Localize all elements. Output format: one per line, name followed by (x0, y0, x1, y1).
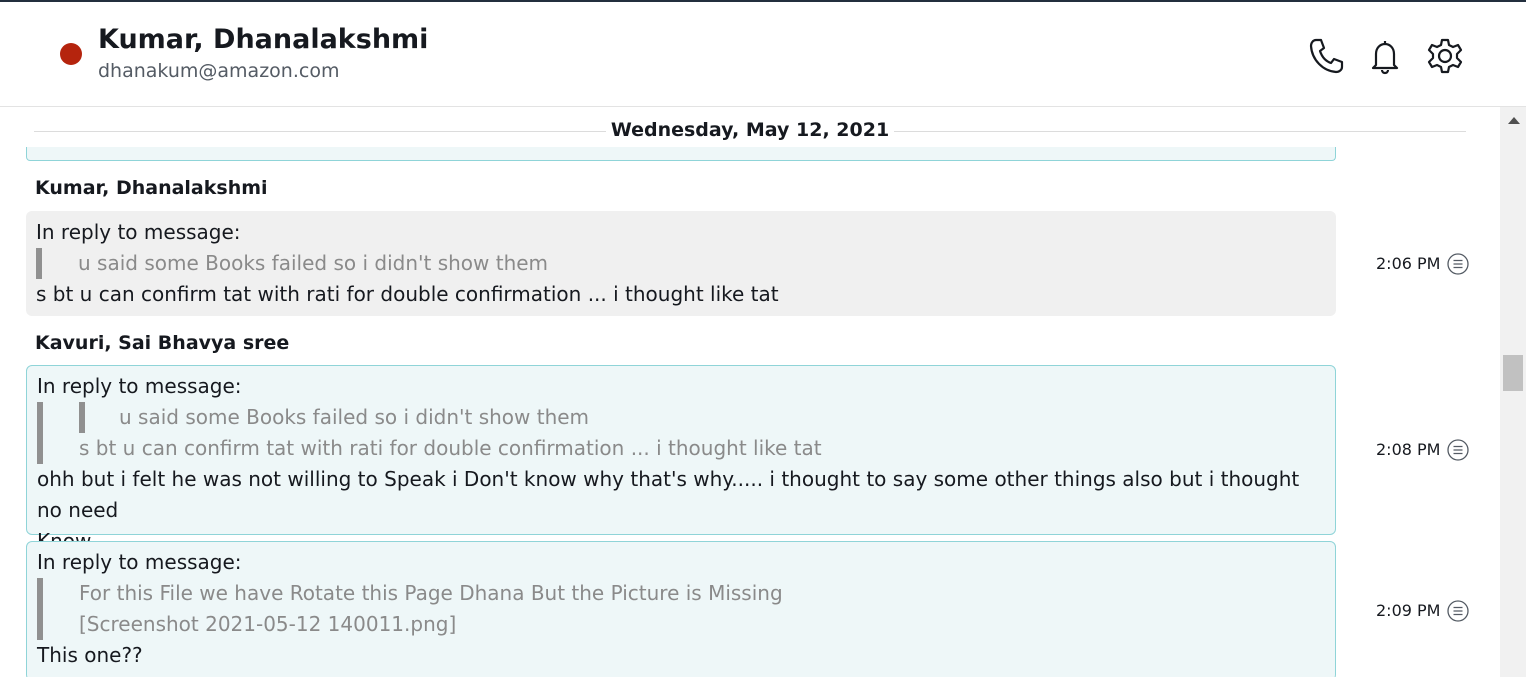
nested-quoted-message: u said some Books failed so i didn't sho… (79, 402, 1325, 433)
message-bubble[interactable]: In reply to message: u said some Books f… (26, 211, 1336, 316)
vertical-scrollbar[interactable] (1500, 107, 1526, 677)
chat-window: Kumar, Dhanalakshmi dhanakum@amazon.com … (0, 0, 1526, 677)
message-options-icon[interactable] (1447, 600, 1469, 622)
reply-label: In reply to message: (37, 550, 242, 574)
quoted-text: u said some Books failed so i didn't sho… (78, 251, 549, 275)
message-timestamp: 2:09 PM (1376, 601, 1441, 620)
message-options-icon[interactable] (1447, 439, 1469, 461)
quoted-attachment: [Screenshot 2021-05-12 140011.png] (79, 612, 457, 636)
message-timestamp: 2:06 PM (1376, 254, 1441, 273)
reply-label: In reply to message: (37, 374, 242, 398)
quoted-message: u said some Books failed so i didn't sho… (36, 248, 1325, 279)
scroll-up-arrow-icon[interactable] (1508, 117, 1520, 124)
quoted-text: For this File we have Rotate this Page D… (79, 581, 783, 605)
message-bubble[interactable]: In reply to message: For this File we ha… (26, 541, 1336, 677)
date-label: Wednesday, May 12, 2021 (610, 119, 890, 141)
message-list[interactable]: Wednesday, May 12, 2021 Kumar, Dhanalaks… (0, 107, 1500, 677)
date-separator: Wednesday, May 12, 2021 (34, 117, 1466, 147)
phone-icon[interactable] (1307, 37, 1345, 75)
message-text: s bt u can confirm tat with rati for dou… (36, 282, 779, 306)
message-text: ohh but i felt he was not willing to Spe… (37, 467, 1300, 522)
message-bubble[interactable]: In reply to message: u said some Books f… (26, 365, 1336, 553)
sender-name: Kavuri, Sai Bhavya sree (35, 332, 290, 354)
nested-quoted-text: u said some Books failed so i didn't sho… (119, 405, 590, 429)
contact-name: Kumar, Dhanalakshmi (98, 24, 429, 55)
bell-icon[interactable] (1366, 37, 1404, 75)
contact-email: dhanakum@amazon.com (98, 60, 340, 82)
previous-message-bubble (26, 147, 1336, 161)
chat-header: Kumar, Dhanalakshmi dhanakum@amazon.com (0, 2, 1526, 107)
presence-status-indicator (60, 43, 82, 65)
message-options-icon[interactable] (1447, 253, 1469, 275)
scrollbar-thumb[interactable] (1503, 355, 1523, 391)
quoted-message: u said some Books failed so i didn't sho… (37, 402, 1325, 464)
message-timestamp: 2:08 PM (1376, 440, 1441, 459)
sender-name: Kumar, Dhanalakshmi (35, 177, 268, 199)
date-separator-line (894, 131, 1466, 132)
quoted-message: For this File we have Rotate this Page D… (37, 578, 1325, 640)
quoted-text: s bt u can confirm tat with rati for dou… (79, 436, 822, 460)
message-text: This one?? (37, 643, 143, 667)
gear-icon[interactable] (1426, 37, 1464, 75)
reply-label: In reply to message: (36, 220, 241, 244)
